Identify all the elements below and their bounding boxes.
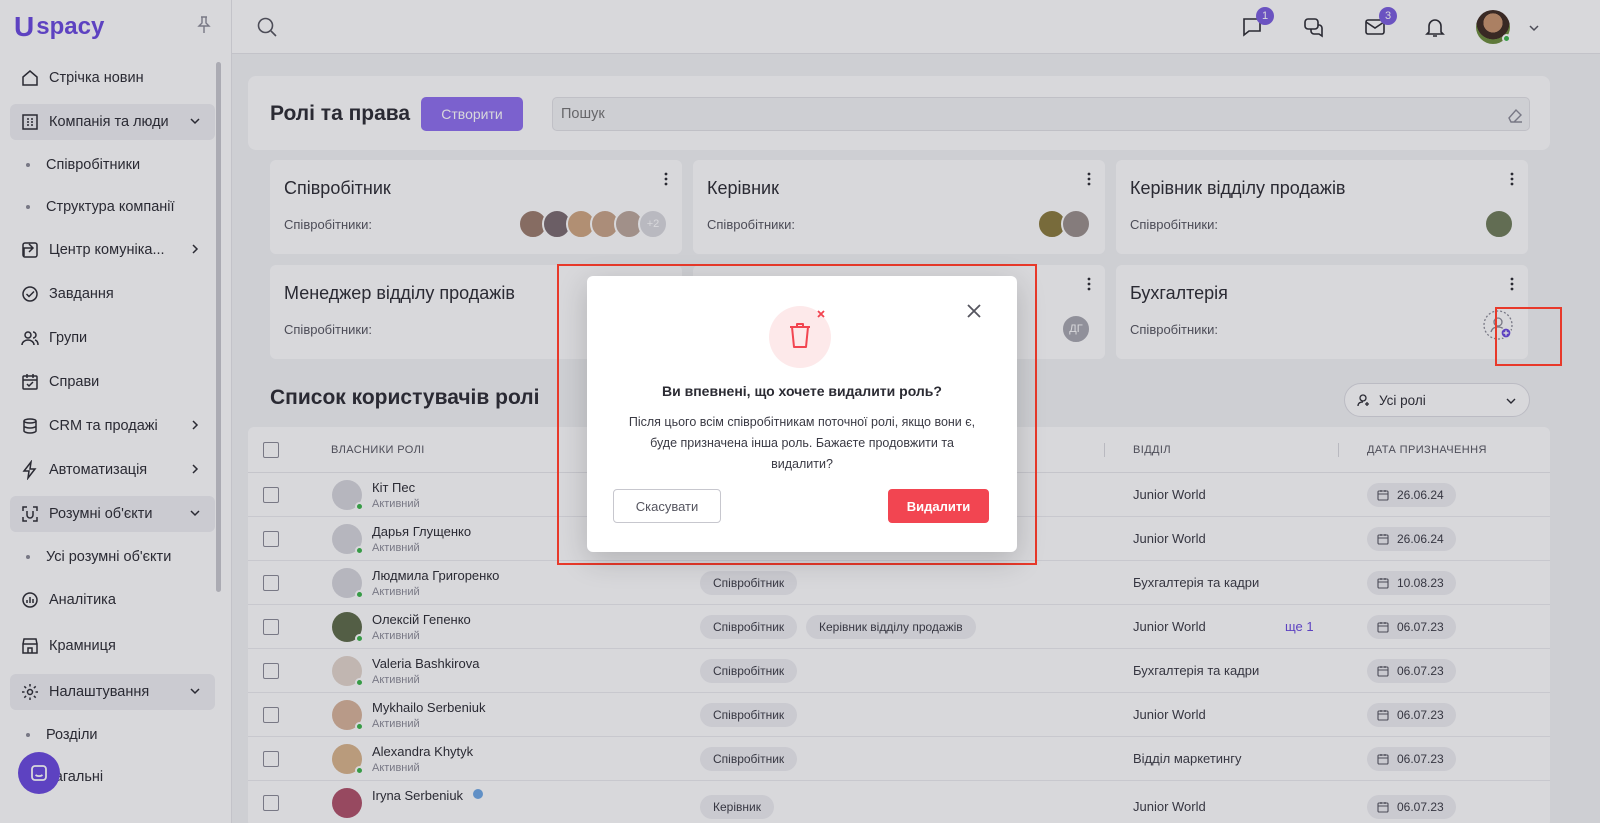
dialog-message: Після цього всім співробітникам поточної… <box>628 415 976 471</box>
delete-button[interactable]: Видалити <box>888 489 989 523</box>
highlight-box <box>1495 307 1562 366</box>
delete-role-dialog: Ви впевнені, що хочете видалити роль? Пі… <box>587 276 1017 552</box>
dialog-title: Ви впевнені, що хочете видалити роль? <box>662 383 942 399</box>
cancel-button[interactable]: Скасувати <box>613 489 721 523</box>
trash-icon <box>769 306 831 368</box>
close-icon[interactable] <box>965 302 983 320</box>
